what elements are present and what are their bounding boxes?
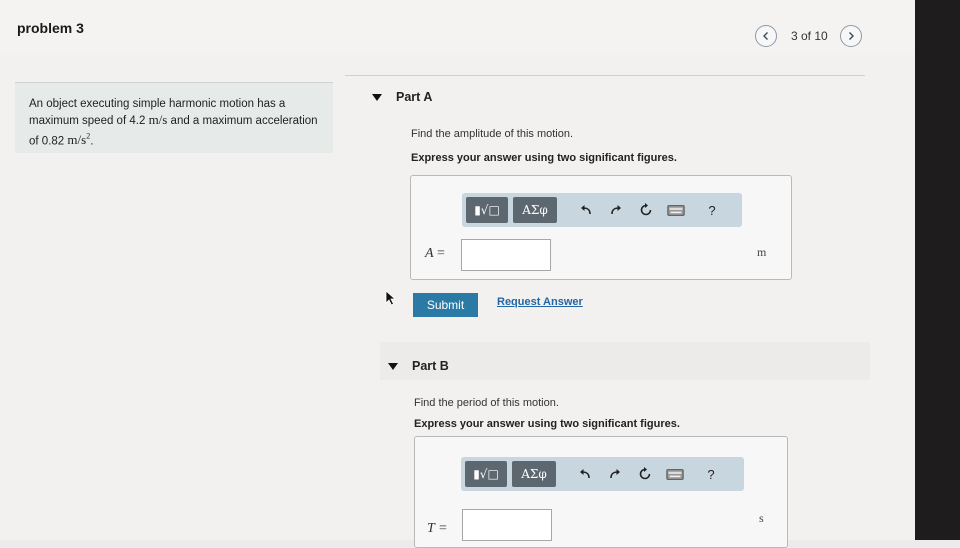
redo-icon[interactable] bbox=[603, 464, 627, 484]
part-b-unit: s bbox=[759, 511, 764, 525]
speed-value: 4.2 bbox=[129, 115, 146, 127]
help-button[interactable]: ? bbox=[700, 200, 724, 220]
problem-text-part: . bbox=[90, 135, 94, 148]
problem-text: An object executing simple harmonic moti… bbox=[29, 96, 329, 149]
divider bbox=[345, 75, 865, 76]
monitor-bezel bbox=[915, 0, 960, 540]
mouse-cursor-icon bbox=[385, 290, 397, 311]
chevron-left-icon bbox=[763, 32, 768, 40]
next-button[interactable] bbox=[839, 25, 862, 47]
equals-sign: = bbox=[439, 521, 447, 536]
part-b-math-toolbar: ▮√□ ΑΣφ ? bbox=[461, 457, 744, 491]
collapse-triangle-icon bbox=[388, 362, 398, 370]
part-b-toggle[interactable]: Part B bbox=[388, 359, 449, 373]
chevron-right-icon bbox=[848, 32, 854, 40]
acceleration-unit-base: m/s bbox=[67, 132, 87, 148]
acceleration-value: 0.82 bbox=[41, 135, 65, 148]
speed-unit: m/s bbox=[148, 112, 168, 127]
part-a-math-toolbar: ▮√□ ΑΣφ ? bbox=[462, 193, 742, 227]
part-b-answer-box: ▮√□ ΑΣφ ? T = s bbox=[414, 436, 788, 548]
part-a-label: Part A bbox=[396, 90, 433, 104]
part-b-instruction: Express your answer using two significan… bbox=[414, 418, 680, 430]
collapse-triangle-icon bbox=[372, 93, 382, 101]
previous-button[interactable] bbox=[755, 25, 777, 47]
templates-button[interactable]: ▮√□ bbox=[465, 461, 507, 487]
part-b-label: Part B bbox=[412, 359, 449, 373]
undo-icon[interactable] bbox=[573, 464, 597, 484]
part-a-answer-box: ▮√□ ΑΣφ ? A = m bbox=[410, 175, 792, 280]
part-a-unit: m bbox=[757, 245, 767, 259]
part-b-header-band bbox=[380, 342, 870, 380]
part-a-answer-input[interactable] bbox=[461, 239, 551, 271]
equals-sign: = bbox=[437, 246, 445, 261]
part-b-variable: T bbox=[427, 521, 435, 536]
keyboard-icon[interactable] bbox=[664, 200, 688, 220]
symbols-button[interactable]: ΑΣφ bbox=[512, 461, 556, 487]
top-bar: problem 3 3 of 10 bbox=[0, 0, 915, 55]
part-a-prompt: Find the amplitude of this motion. bbox=[411, 128, 574, 140]
redo-icon[interactable] bbox=[604, 200, 628, 220]
keyboard-icon[interactable] bbox=[663, 464, 687, 484]
page-title: problem 3 bbox=[17, 20, 84, 36]
part-b-prompt: Find the period of this motion. bbox=[414, 397, 559, 409]
part-a-variable: A bbox=[425, 246, 434, 261]
reset-icon[interactable] bbox=[634, 200, 658, 220]
help-button[interactable]: ? bbox=[699, 464, 723, 484]
undo-icon[interactable] bbox=[574, 200, 598, 220]
templates-button[interactable]: ▮√□ bbox=[466, 197, 508, 223]
screen: problem 3 3 of 10 An object executing si… bbox=[0, 0, 915, 548]
symbols-button[interactable]: ΑΣφ bbox=[513, 197, 557, 223]
part-a-instruction: Express your answer using two significan… bbox=[411, 152, 677, 164]
problem-statement: An object executing simple harmonic moti… bbox=[15, 82, 333, 153]
part-b-answer-input[interactable] bbox=[462, 509, 552, 541]
reset-icon[interactable] bbox=[633, 464, 657, 484]
page-indicator: 3 of 10 bbox=[791, 29, 828, 43]
acceleration-unit: m/s2 bbox=[67, 132, 90, 147]
submit-button[interactable]: Submit bbox=[413, 293, 478, 317]
request-answer-link[interactable]: Request Answer bbox=[497, 296, 583, 308]
pagination: 3 of 10 bbox=[755, 24, 862, 48]
part-a-toggle[interactable]: Part A bbox=[372, 90, 432, 104]
